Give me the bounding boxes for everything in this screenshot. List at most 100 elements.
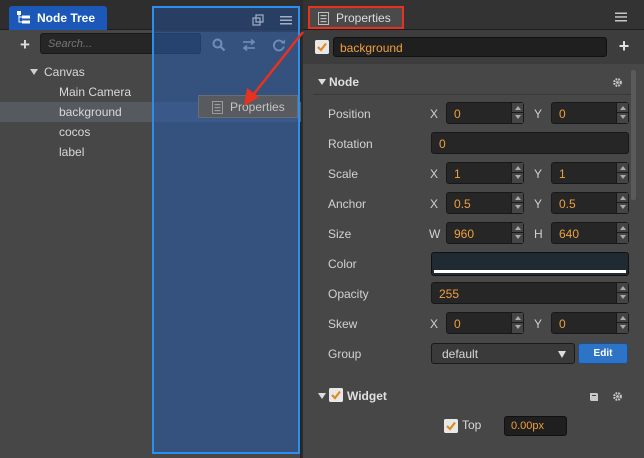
anchor-label: Anchor — [328, 197, 367, 211]
stepper[interactable] — [511, 103, 523, 123]
tree-item-label: label — [59, 145, 85, 159]
opacity-field[interactable]: 255 — [431, 282, 629, 304]
scale-y-field[interactable]: 1 — [551, 162, 629, 184]
widget-enabled-checkbox[interactable] — [329, 388, 343, 402]
node-name-value: background — [340, 41, 403, 55]
group-value: default — [442, 347, 479, 361]
popout-icon — [252, 14, 264, 26]
edit-group-button[interactable]: Edit — [578, 343, 628, 364]
anchor-x-axis: X — [430, 197, 439, 211]
color-label: Color — [328, 257, 357, 271]
stepper[interactable] — [511, 313, 523, 333]
collapse-arrow-icon[interactable] — [318, 79, 326, 85]
position-x-value: 0 — [454, 107, 461, 121]
top-value-field[interactable]: 0.00px — [504, 416, 567, 436]
stepper[interactable] — [616, 223, 628, 243]
chevron-down-icon — [558, 351, 566, 358]
position-y-value: 0 — [559, 107, 566, 121]
stepper[interactable] — [511, 163, 523, 183]
scale-y-axis: Y — [534, 167, 543, 181]
add-component-button[interactable]: + — [616, 37, 632, 55]
properties-icon — [212, 101, 223, 114]
tree-item-label: background — [59, 105, 122, 119]
scale-y-value: 1 — [559, 167, 566, 181]
position-x-axis: X — [430, 107, 439, 121]
rotation-label: Rotation — [328, 137, 373, 151]
size-width-value: 960 — [454, 227, 475, 241]
scale-label: Scale — [328, 167, 359, 181]
expand-arrow-icon[interactable] — [30, 69, 38, 75]
anchor-y-axis: Y — [534, 197, 543, 211]
add-node-button[interactable]: + — [16, 36, 34, 54]
drag-ghost-properties-tab[interactable]: Properties — [198, 95, 298, 118]
size-w-axis: W — [429, 227, 441, 241]
size-h-axis: H — [534, 227, 543, 241]
group-select[interactable]: default — [431, 343, 575, 364]
anchor-y-field[interactable]: 0.5 — [551, 192, 629, 214]
checkmark-icon — [315, 40, 329, 54]
stepper[interactable] — [616, 163, 628, 183]
gear-icon[interactable] — [612, 77, 623, 88]
color-picker-field[interactable] — [431, 252, 629, 276]
gear-icon[interactable] — [612, 391, 623, 402]
tab-properties[interactable]: Properties — [308, 6, 404, 29]
skew-y-axis: Y — [534, 317, 543, 331]
size-height-value: 640 — [559, 227, 580, 241]
scale-x-field[interactable]: 1 — [446, 162, 524, 184]
skew-y-field[interactable]: 0 — [551, 312, 629, 334]
top-align-checkbox[interactable] — [444, 419, 458, 433]
opacity-value: 255 — [439, 287, 460, 301]
properties-panel: Properties background + Node Position X — [303, 0, 644, 458]
properties-header: Properties — [303, 0, 644, 30]
scale-x-axis: X — [430, 167, 439, 181]
position-y-field[interactable]: 0 — [551, 102, 629, 124]
scale-x-value: 1 — [454, 167, 461, 181]
stepper[interactable] — [616, 283, 628, 303]
alpha-bar — [434, 270, 626, 273]
anchor-x-field[interactable]: 0.5 — [446, 192, 524, 214]
opacity-label: Opacity — [328, 287, 369, 301]
hierarchy-icon — [17, 11, 30, 24]
top-label: Top — [462, 418, 482, 432]
node-name-field[interactable]: background — [333, 37, 607, 57]
stepper[interactable] — [616, 193, 628, 213]
stepper[interactable] — [616, 103, 628, 123]
rotation-value: 0 — [439, 137, 446, 151]
dock-drop-zone — [152, 6, 300, 454]
stepper[interactable] — [511, 193, 523, 213]
size-width-field[interactable]: 960 — [446, 222, 524, 244]
size-height-field[interactable]: 640 — [551, 222, 629, 244]
position-y-axis: Y — [534, 107, 543, 121]
node-section-header[interactable]: Node — [313, 69, 635, 95]
properties-scrollbar[interactable] — [631, 70, 636, 200]
tree-item-label: Main Camera — [59, 85, 132, 99]
node-name-row: background + — [303, 30, 644, 64]
node-active-checkbox[interactable] — [315, 40, 329, 54]
help-book-icon[interactable] — [589, 392, 599, 402]
stepper[interactable] — [511, 223, 523, 243]
tree-item-label: Canvas — [44, 65, 85, 79]
checkmark-icon — [444, 419, 458, 433]
section-title: Widget — [347, 389, 387, 403]
section-title: Node — [329, 75, 359, 89]
skew-label: Skew — [328, 317, 358, 331]
position-x-field[interactable]: 0 — [446, 102, 524, 124]
size-label: Size — [328, 227, 352, 241]
tab-node-tree[interactable]: Node Tree — [9, 6, 107, 30]
drag-ghost-label: Properties — [230, 100, 285, 114]
anchor-x-value: 0.5 — [454, 197, 471, 211]
rotation-field[interactable]: 0 — [431, 132, 629, 154]
skew-y-value: 0 — [559, 317, 566, 331]
checkmark-icon — [329, 388, 343, 402]
position-label: Position — [328, 107, 371, 121]
skew-x-axis: X — [430, 317, 439, 331]
collapse-arrow-icon[interactable] — [318, 393, 326, 399]
skew-x-field[interactable]: 0 — [446, 312, 524, 334]
menu-icon[interactable] — [615, 12, 627, 22]
stepper[interactable] — [616, 313, 628, 333]
properties-tab-label: Properties — [336, 11, 391, 25]
skew-x-value: 0 — [454, 317, 461, 331]
menu-icon — [280, 16, 292, 25]
widget-section-header[interactable]: Widget — [313, 384, 635, 408]
drop-zone-header — [154, 8, 298, 32]
